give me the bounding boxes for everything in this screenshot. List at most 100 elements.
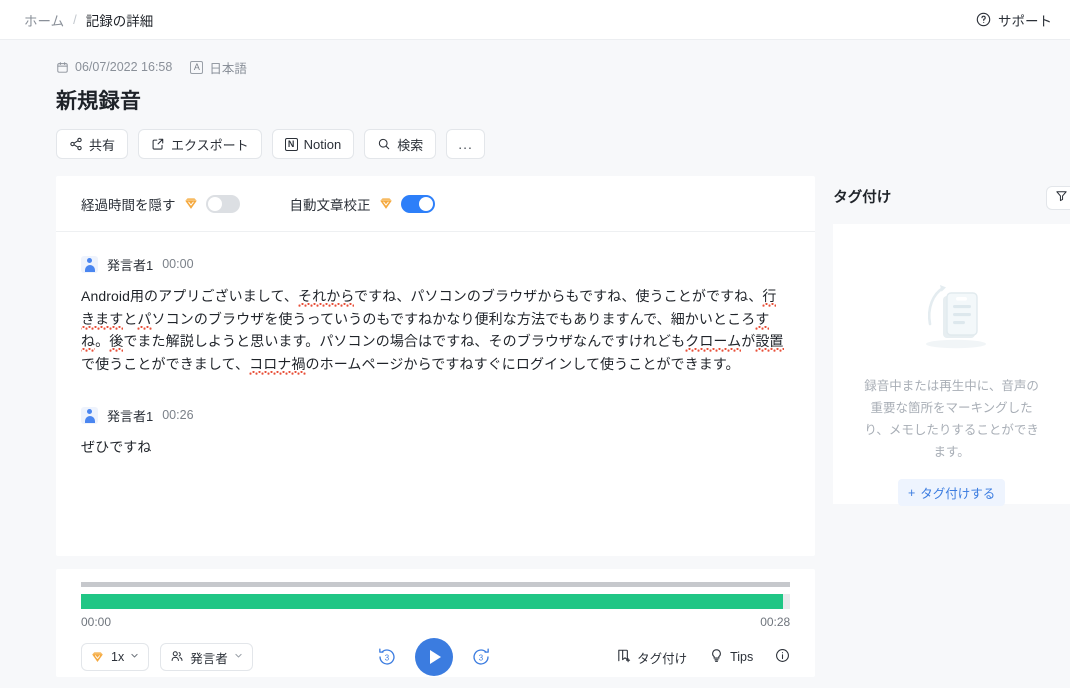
add-tag-button-label: タグ付け — [637, 651, 688, 666]
transcript-body: 発言者1 00:00 Android用のアプリございまして、それからですね、パソ… — [56, 232, 815, 556]
record-date-text: 06/07/2022 16:58 — [75, 60, 173, 74]
vip-diamond-icon — [379, 197, 393, 210]
player-bars: 00:00 00:28 — [81, 582, 791, 629]
notion-button-label: Notion — [303, 136, 342, 152]
speaker-name[interactable]: 発言者1 — [107, 406, 153, 425]
bulb-icon — [709, 648, 724, 666]
avatar — [81, 255, 98, 273]
document-illustration — [906, 285, 998, 358]
tag-empty-state: 録音中または再生中に、音声の重要な箇所をマーキングしたり、メモしたりすることがで… — [833, 224, 1070, 506]
export-button-label: エクスポート — [171, 137, 249, 153]
seek-bar[interactable] — [81, 582, 791, 587]
record-language: A 日本語 — [190, 58, 247, 77]
page-title: 新規録音 — [56, 90, 142, 113]
svg-text:3: 3 — [385, 653, 390, 662]
notion-icon: N — [284, 137, 298, 151]
speaker-name[interactable]: 発言者1 — [107, 255, 153, 274]
transcript-card: 経過時間を隠す 自動文章校正 発言者1 00:00 Android用のアプリござ… — [56, 176, 816, 556]
breadcrumb: ホーム / 記録の詳細 — [24, 10, 153, 30]
tag-sidebar: タグ付け 録音中または再生中に、音声の重要な箇所をマーキングしたり、メモしたりす… — [833, 176, 1070, 677]
waveform-bar[interactable] — [81, 594, 791, 609]
tag-filter-button[interactable] — [1046, 186, 1070, 210]
segment-text-runs: ぜひですね — [81, 439, 152, 455]
notion-button[interactable]: N Notion — [271, 129, 355, 159]
speaker-selector-label: 発言者 — [190, 651, 228, 666]
action-toolbar: 共有 エクスポート N Notion 検索 ... — [56, 129, 1070, 159]
play-icon — [430, 650, 442, 664]
chevron-down-icon — [130, 651, 139, 663]
record-header: 06/07/2022 16:58 A 日本語 新規録音 共有 エクスポート N … — [0, 40, 1070, 159]
svg-text:3: 3 — [479, 653, 484, 662]
option-hide-elapsed-label: 経過時間を隠す — [81, 197, 176, 213]
breadcrumb-current: 記録の詳細 — [85, 13, 154, 29]
main-body: 経過時間を隠す 自動文章校正 発言者1 00:00 Android用のアプリござ… — [0, 159, 1070, 677]
question-circle-icon — [976, 12, 991, 27]
breadcrumb-home[interactable]: ホーム — [24, 10, 64, 30]
segment-header: 発言者1 00:00 — [81, 254, 790, 274]
add-tag-button[interactable]: タグ付け — [616, 648, 687, 667]
plus-icon: + — [907, 485, 916, 500]
option-auto-correct-label: 自動文章校正 — [289, 197, 371, 213]
toggle-knob — [418, 196, 433, 211]
segment-header: 発言者1 00:26 — [81, 405, 790, 425]
player-controls-right: タグ付け Tips — [616, 648, 790, 667]
segment-text[interactable]: Android用のアプリございまして、それからですね、パソコンのブラウザからもで… — [81, 285, 790, 375]
info-button[interactable] — [775, 648, 790, 666]
toggle-hide-elapsed[interactable] — [205, 194, 240, 213]
audio-player: 00:00 00:28 1x 発言者 3 3 タグ付け Tips — [56, 569, 816, 677]
chevron-down-icon — [234, 651, 243, 663]
rewind-3-button[interactable]: 3 — [376, 646, 398, 668]
option-auto-correct: 自動文章校正 — [290, 194, 435, 214]
record-meta: 06/07/2022 16:58 A 日本語 — [56, 58, 1070, 76]
search-button[interactable]: 検索 — [364, 129, 437, 159]
add-tag-cta-label: タグ付けする — [920, 487, 996, 501]
toggle-auto-correct[interactable] — [400, 194, 435, 213]
player-controls-left: 1x 発言者 — [81, 643, 253, 671]
search-button-label: 検索 — [397, 137, 424, 153]
tag-sidebar-title: タグ付け — [833, 189, 892, 206]
search-icon — [377, 137, 391, 151]
tag-empty-text: 録音中または再生中に、音声の重要な箇所をマーキングしたり、メモしたりすることがで… — [864, 379, 1039, 459]
more-icon: ... — [458, 136, 473, 152]
filter-icon — [1055, 189, 1068, 207]
share-icon — [69, 137, 83, 151]
segment-text[interactable]: ぜひですね — [81, 436, 790, 459]
speakers-icon — [170, 649, 184, 666]
avatar — [81, 406, 98, 424]
segment-timestamp[interactable]: 00:00 — [162, 257, 193, 271]
add-tag-cta[interactable]: + タグ付けする — [897, 479, 1006, 506]
support-link[interactable]: サポート — [976, 10, 1052, 30]
record-language-text: 日本語 — [209, 61, 247, 76]
record-date: 06/07/2022 16:58 — [56, 60, 172, 74]
option-hide-elapsed: 経過時間を隠す — [81, 194, 240, 214]
share-button[interactable]: 共有 — [56, 129, 129, 159]
support-label: サポート — [998, 13, 1052, 29]
tips-button[interactable]: Tips — [709, 648, 753, 666]
speaker-selector[interactable]: 発言者 — [160, 643, 253, 671]
playback-speed-value: 1x — [111, 650, 125, 664]
transcript-options-bar: 経過時間を隠す 自動文章校正 — [56, 176, 816, 232]
total-time: 00:28 — [760, 615, 791, 629]
vip-diamond-icon — [91, 651, 105, 664]
share-button-label: 共有 — [89, 137, 116, 153]
play-button[interactable] — [415, 638, 454, 676]
transcript-column: 経過時間を隠す 自動文章校正 発言者1 00:00 Android用のアプリござ… — [56, 176, 816, 677]
toggle-knob — [207, 196, 222, 211]
segment-timestamp[interactable]: 00:26 — [162, 408, 193, 422]
info-icon — [775, 648, 790, 666]
forward-3-button[interactable]: 3 — [470, 646, 492, 668]
transcript-segment: 発言者1 00:00 Android用のアプリございまして、それからですね、パソ… — [81, 254, 790, 375]
calendar-icon — [56, 61, 69, 74]
playback-speed-selector[interactable]: 1x — [81, 643, 150, 671]
player-controls: 1x 発言者 3 3 タグ付け Tips — [81, 638, 790, 676]
export-button[interactable]: エクスポート — [138, 129, 262, 159]
export-icon — [151, 137, 165, 151]
breadcrumb-separator: / — [73, 12, 77, 27]
player-transport: 3 3 — [253, 638, 616, 676]
current-time: 00:00 — [81, 615, 112, 629]
segment-text-runs: Android用のアプリございまして、それからですね、パソコンのブラウザからもで… — [81, 288, 784, 375]
more-button[interactable]: ... — [446, 129, 485, 159]
tag-sidebar-header: タグ付け — [833, 176, 1070, 216]
waveform-fill — [81, 594, 784, 609]
language-badge-icon: A — [190, 60, 204, 74]
